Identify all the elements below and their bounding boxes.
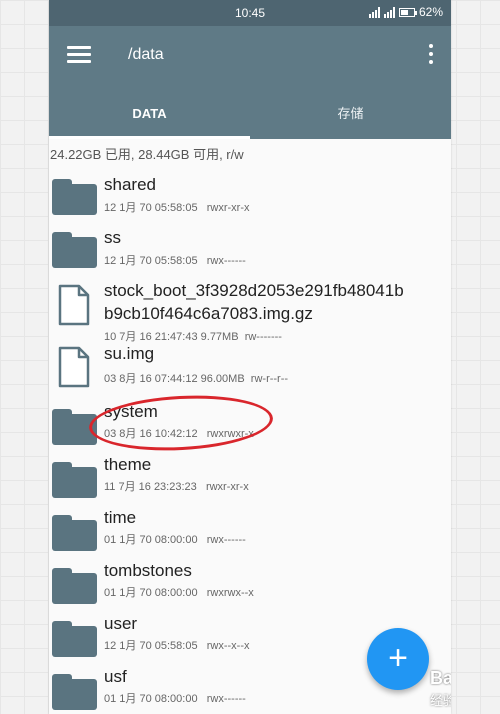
folder-icon	[52, 515, 97, 551]
watermark: Bai 经验	[430, 668, 451, 710]
item-name: su.img	[104, 344, 155, 363]
menu-icon[interactable]	[67, 46, 91, 66]
item-perm: rwx------	[206, 255, 246, 267]
item-perm: rwxr-xr-x	[205, 481, 249, 493]
folder-icon	[52, 621, 97, 657]
app-bar: /data DATA 存储	[49, 26, 451, 139]
watermark-brand-cn: 经验	[430, 693, 451, 708]
item-date: 12 1月 70 05:58:05	[104, 202, 198, 214]
item-date: 03 8月 16 07:44:12	[104, 373, 198, 385]
battery-level	[400, 9, 408, 15]
item-date: 12 1月 70 05:58:05	[104, 640, 198, 652]
folder-icon	[52, 568, 97, 604]
item-meta: 11 7月 16 23:23:23 rwxr-xr-x	[104, 478, 249, 494]
item-size: 9.77MB	[200, 331, 239, 343]
current-path: /data	[128, 46, 164, 63]
status-bar: 10:45 62%	[49, 0, 451, 26]
item-perm: rwx------	[206, 693, 246, 705]
tab-storage[interactable]: 存储	[250, 92, 451, 139]
file-icon	[58, 284, 90, 326]
tab-data[interactable]: DATA	[49, 92, 250, 139]
folder-icon	[52, 462, 97, 498]
item-name: theme	[104, 455, 152, 474]
item-name: shared	[104, 175, 156, 194]
item-meta: 03 8月 16 07:44:12 96.00MB rw-r--r--	[104, 370, 288, 386]
item-name-continued: b9cb10f464c6a7083.img.gz	[104, 304, 313, 323]
item-meta: 12 1月 70 05:58:05 rwx------	[104, 252, 246, 268]
item-meta: 01 1月 70 08:00:00 rwx------	[104, 690, 246, 706]
signal-icon-2	[383, 6, 395, 18]
item-meta: 12 1月 70 05:58:05 rwxr-xr-x	[104, 199, 250, 215]
item-date: 11 7月 16 23:23:23	[104, 481, 197, 493]
item-perm: rw-r--r--	[250, 373, 289, 385]
file-icon	[58, 346, 90, 388]
item-date: 12 1月 70 05:58:05	[104, 255, 198, 267]
folder-icon	[52, 232, 97, 268]
folder-icon	[52, 674, 97, 710]
item-name: time	[104, 508, 137, 527]
item-name: stock_boot_3f3928d2053e291fb48041b	[104, 281, 404, 300]
item-perm: rwxrwx--x	[206, 587, 254, 599]
add-button[interactable]: +	[367, 628, 429, 690]
storage-summary: 24.22GB 已用, 28.44GB 可用, r/w	[50, 147, 244, 162]
item-date: 01 1月 70 08:00:00	[104, 693, 198, 705]
battery-icon	[398, 7, 417, 17]
item-perm: rwx--x--x	[206, 640, 250, 652]
item-name: tombstones	[104, 561, 192, 580]
item-name: ss	[104, 228, 121, 247]
item-name: usf	[104, 667, 127, 686]
item-name: user	[104, 614, 138, 633]
item-perm: rwxr-xr-x	[206, 202, 250, 214]
item-date: 01 1月 70 08:00:00	[104, 587, 198, 599]
signal-icon	[368, 6, 380, 18]
more-options-icon[interactable]	[425, 44, 437, 68]
item-size: 96.00MB	[200, 373, 245, 385]
item-meta: 12 1月 70 05:58:05 rwx--x--x	[104, 637, 250, 653]
system-icons: 62%	[368, 5, 443, 19]
watermark-brand: Bai	[430, 668, 451, 688]
phone-screen: 10:45 62% /data DATA 存储 24.22GB 已用, 28.4…	[49, 0, 451, 714]
folder-icon	[52, 179, 97, 215]
item-perm: rw-------	[244, 331, 282, 343]
battery-percent: 62%	[418, 5, 443, 19]
item-perm: rwx------	[206, 534, 246, 546]
item-meta: 01 1月 70 08:00:00 rwx------	[104, 531, 246, 547]
item-meta: 01 1月 70 08:00:00 rwxrwx--x	[104, 584, 254, 600]
tab-indicator	[49, 136, 250, 139]
item-date: 01 1月 70 08:00:00	[104, 534, 198, 546]
